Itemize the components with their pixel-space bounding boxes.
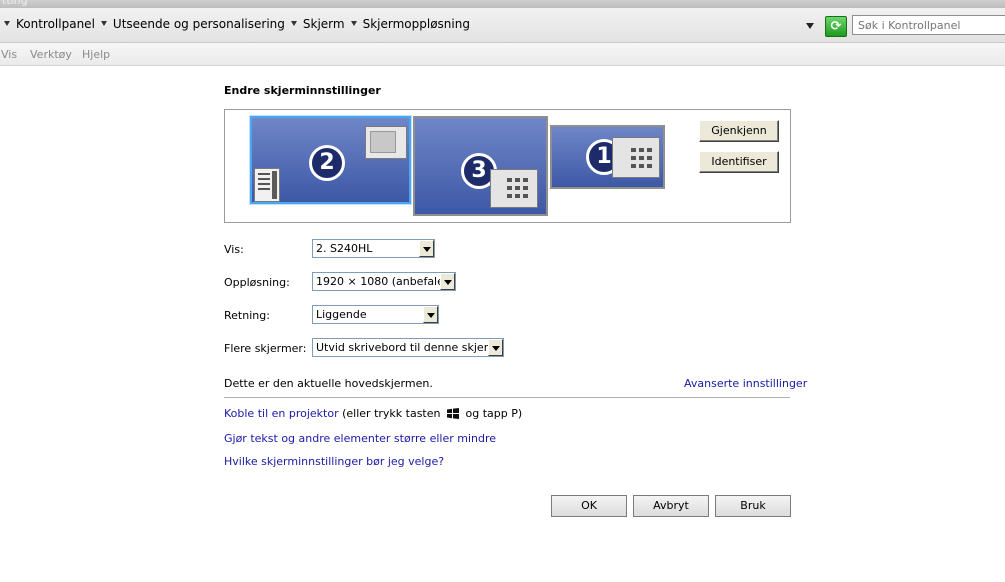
orientation-select[interactable]: Liggende bbox=[312, 305, 439, 324]
multiple-displays-value: Utvid skrivebord til denne skjermen bbox=[316, 341, 504, 354]
monitor-2[interactable]: 2 bbox=[250, 116, 411, 204]
breadcrumb: Kontrollpanel Utseende og personalisering… bbox=[0, 17, 472, 31]
projector-line: Koble til en projektor (eller trykk tast… bbox=[224, 407, 522, 420]
display-select[interactable]: 2. S240HL bbox=[312, 239, 435, 258]
chevron-down-icon[interactable] bbox=[419, 240, 434, 257]
menu-bar: Vis Verktøy Hjelp bbox=[0, 43, 1005, 66]
identify-button[interactable]: Identifiser bbox=[699, 151, 779, 173]
projector-hint-b: og tapp P) bbox=[465, 407, 523, 420]
monitor-arrangement: 2 3 1 Gjenkjenn Identifiser bbox=[224, 109, 791, 223]
chevron-down-icon[interactable] bbox=[100, 21, 107, 26]
address-history-dropdown-icon[interactable] bbox=[806, 23, 814, 29]
search-box[interactable] bbox=[852, 15, 1005, 35]
monitor-number: 2 bbox=[309, 145, 345, 181]
title-bar: tting bbox=[0, 0, 1005, 8]
ok-button[interactable]: OK bbox=[551, 495, 627, 517]
chevron-down-icon[interactable] bbox=[4, 21, 10, 26]
text-size-link[interactable]: Gjør tekst og andre elementer større ell… bbox=[224, 432, 496, 445]
breadcrumb-skjermopplosning[interactable]: Skjermoppløsning bbox=[363, 17, 470, 31]
start-menu-thumbnail-icon bbox=[254, 168, 280, 202]
monitor-3[interactable]: 3 bbox=[413, 116, 548, 216]
multiple-displays-label: Flere skjermer: bbox=[224, 342, 307, 355]
chevron-down-icon[interactable] bbox=[350, 21, 357, 26]
desktop-icons-thumbnail-icon bbox=[612, 137, 660, 178]
projector-hint-a: (eller trykk tasten bbox=[342, 407, 441, 420]
display-value: 2. S240HL bbox=[316, 242, 373, 255]
refresh-icon[interactable]: ⟳ bbox=[825, 16, 847, 37]
menu-hjelp[interactable]: Hjelp bbox=[82, 48, 110, 61]
connect-projector-link[interactable]: Koble til en projektor bbox=[224, 407, 339, 420]
orientation-label: Retning: bbox=[224, 309, 270, 322]
cancel-button[interactable]: Avbryt bbox=[633, 495, 709, 517]
desktop-icons-thumbnail-icon bbox=[490, 169, 538, 208]
menu-vis[interactable]: Vis bbox=[1, 48, 17, 61]
detect-button[interactable]: Gjenkjenn bbox=[699, 120, 779, 142]
breadcrumb-kontrollpanel[interactable]: Kontrollpanel bbox=[16, 17, 95, 31]
chevron-down-icon[interactable] bbox=[423, 306, 438, 323]
window-thumbnail-icon bbox=[365, 126, 407, 159]
chevron-down-icon[interactable] bbox=[290, 21, 297, 26]
monitor-1[interactable]: 1 bbox=[550, 125, 665, 189]
which-settings-link[interactable]: Hvilke skjerminnstillinger bør jeg velge… bbox=[224, 455, 444, 468]
apply-button[interactable]: Bruk bbox=[715, 495, 791, 517]
resolution-label: Oppløsning: bbox=[224, 276, 290, 289]
divider bbox=[224, 397, 790, 398]
multiple-displays-select[interactable]: Utvid skrivebord til denne skjermen bbox=[312, 338, 504, 357]
search-input[interactable] bbox=[858, 17, 1005, 33]
primary-display-status: Dette er den aktuelle hovedskjermen. bbox=[224, 377, 433, 390]
display-label: Vis: bbox=[224, 243, 244, 256]
page-title: Endre skjerminnstillinger bbox=[224, 84, 381, 97]
menu-verktoy[interactable]: Verktøy bbox=[30, 48, 72, 61]
resolution-select[interactable]: 1920 × 1080 (anbefales) bbox=[312, 272, 456, 291]
chevron-down-icon[interactable] bbox=[488, 339, 503, 356]
address-bar: Kontrollpanel Utseende og personalisering… bbox=[0, 8, 1005, 43]
breadcrumb-utseende[interactable]: Utseende og personalisering bbox=[113, 17, 285, 31]
advanced-settings-link[interactable]: Avanserte innstillinger bbox=[684, 377, 807, 390]
resolution-value: 1920 × 1080 (anbefales) bbox=[316, 275, 454, 288]
orientation-value: Liggende bbox=[316, 308, 367, 321]
chevron-down-icon[interactable] bbox=[440, 273, 455, 290]
window-title: tting bbox=[2, 0, 28, 7]
windows-logo-icon bbox=[447, 407, 459, 419]
breadcrumb-skjerm[interactable]: Skjerm bbox=[303, 17, 345, 31]
